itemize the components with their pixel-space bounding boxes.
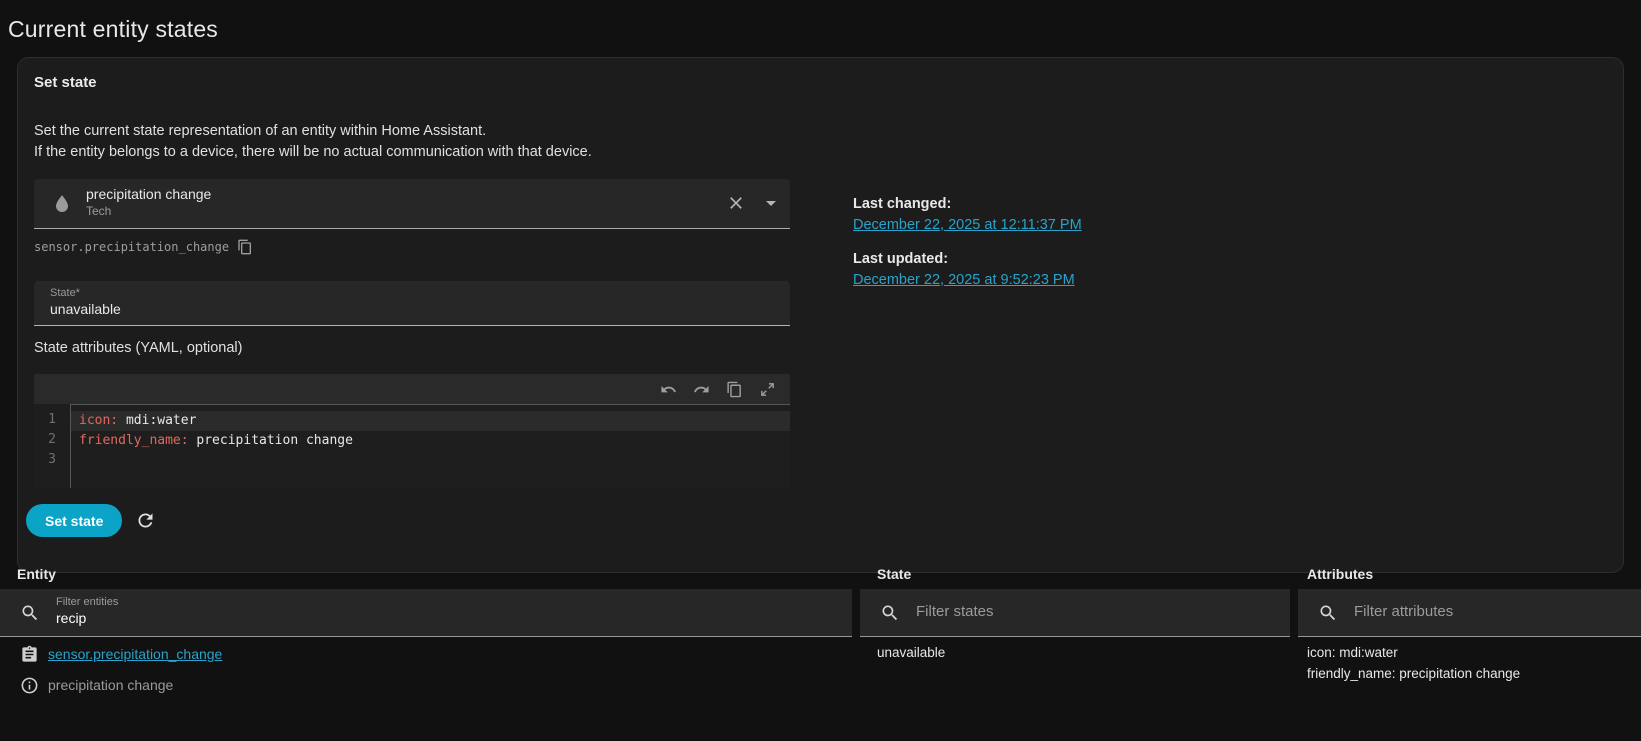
entity-id-row: sensor.precipitation_change (34, 239, 253, 255)
line-number: 2 (48, 432, 56, 447)
state-field-label: State* (50, 287, 80, 299)
table-row-attribute: icon: mdi:water (1307, 645, 1398, 660)
search-icon (1318, 603, 1338, 623)
table-row-state: unavailable (877, 645, 946, 660)
yaml-key: friendly_name: (79, 433, 189, 448)
yaml-code-area[interactable]: icon: mdi:water friendly_name: precipita… (70, 404, 790, 488)
table-row-attribute: friendly_name: precipitation change (1307, 666, 1521, 681)
yaml-line: icon: mdi:water (71, 411, 790, 431)
entity-name: precipitation change (86, 186, 212, 202)
yaml-key: icon: (79, 413, 119, 428)
filter-states-field[interactable] (860, 589, 1290, 637)
water-drop-icon (50, 192, 74, 216)
last-updated-link[interactable]: December 22, 2025 at 9:52:23 PM (853, 272, 1075, 288)
state-field-value: unavailable (50, 301, 121, 317)
entity-picker[interactable]: precipitation change Tech (34, 179, 790, 229)
filter-attributes-input[interactable] (1354, 603, 1595, 620)
search-icon (880, 603, 900, 623)
info-icon[interactable] (20, 676, 39, 695)
last-updated-label: Last updated: (853, 251, 949, 267)
expand-icon[interactable] (759, 381, 776, 398)
filter-entities-label: Filter entities (56, 596, 119, 608)
yaml-value: precipitation change (188, 433, 353, 448)
yaml-line: friendly_name: precipitation change (71, 431, 790, 451)
entity-picker-text: precipitation change Tech (86, 186, 211, 218)
chevron-down-icon[interactable] (766, 201, 776, 206)
line-number: 1 (48, 412, 56, 427)
copy-to-clipboard-icon[interactable] (20, 645, 39, 664)
page-title: Current entity states (8, 16, 219, 42)
close-icon[interactable] (726, 193, 746, 213)
entity-history: Last changed: December 22, 2025 at 12:11… (853, 191, 1082, 288)
entity-area: Tech (86, 204, 112, 218)
filter-entities-field[interactable]: Filter entities (0, 589, 852, 637)
yaml-value: mdi:water (118, 413, 197, 428)
column-header-attributes: Attributes (1307, 566, 1374, 582)
state-input[interactable]: State* unavailable (34, 281, 790, 326)
card-title: Set state (34, 74, 97, 91)
card-description-line2: If the entity belongs to a device, there… (34, 144, 592, 160)
copy-icon[interactable] (726, 381, 743, 398)
filter-entities-input[interactable] (56, 610, 653, 626)
state-attributes-label: State attributes (YAML, optional) (34, 340, 243, 356)
last-changed-label: Last changed: (853, 196, 952, 212)
column-header-entity: Entity (17, 566, 56, 582)
set-state-button[interactable]: Set state (26, 504, 123, 537)
search-icon (20, 603, 40, 623)
undo-icon[interactable] (660, 381, 677, 398)
column-header-state: State (877, 566, 912, 582)
set-state-card: Set state Set the current state represen… (17, 57, 1624, 573)
refresh-icon[interactable] (135, 510, 156, 531)
redo-icon[interactable] (693, 381, 710, 398)
yaml-editor-toolbar (34, 374, 790, 404)
card-description-line1: Set the current state representation of … (34, 123, 487, 139)
yaml-line (71, 451, 790, 471)
yaml-editor[interactable]: 1 2 3 icon: mdi:water friendly_name: pre… (34, 374, 790, 488)
yaml-editor-gutter: 1 2 3 (34, 404, 70, 488)
entity-id: sensor.precipitation_change (34, 240, 230, 254)
last-changed-link[interactable]: December 22, 2025 at 12:11:37 PM (853, 217, 1082, 233)
table-entity-friendly-name: precipitation change (48, 677, 174, 693)
filter-states-input[interactable] (916, 603, 1217, 620)
filter-attributes-field[interactable] (1298, 589, 1641, 637)
copy-entity-id-icon[interactable] (237, 239, 253, 255)
yaml-editor-body[interactable]: 1 2 3 icon: mdi:water friendly_name: pre… (34, 404, 790, 488)
states-dev-tool-page: Current entity states Set state Set the … (0, 0, 1641, 741)
line-number: 3 (48, 452, 56, 467)
table-entity-id-link[interactable]: sensor.precipitation_change (48, 646, 222, 662)
card-description: Set the current state representation of … (34, 121, 592, 163)
